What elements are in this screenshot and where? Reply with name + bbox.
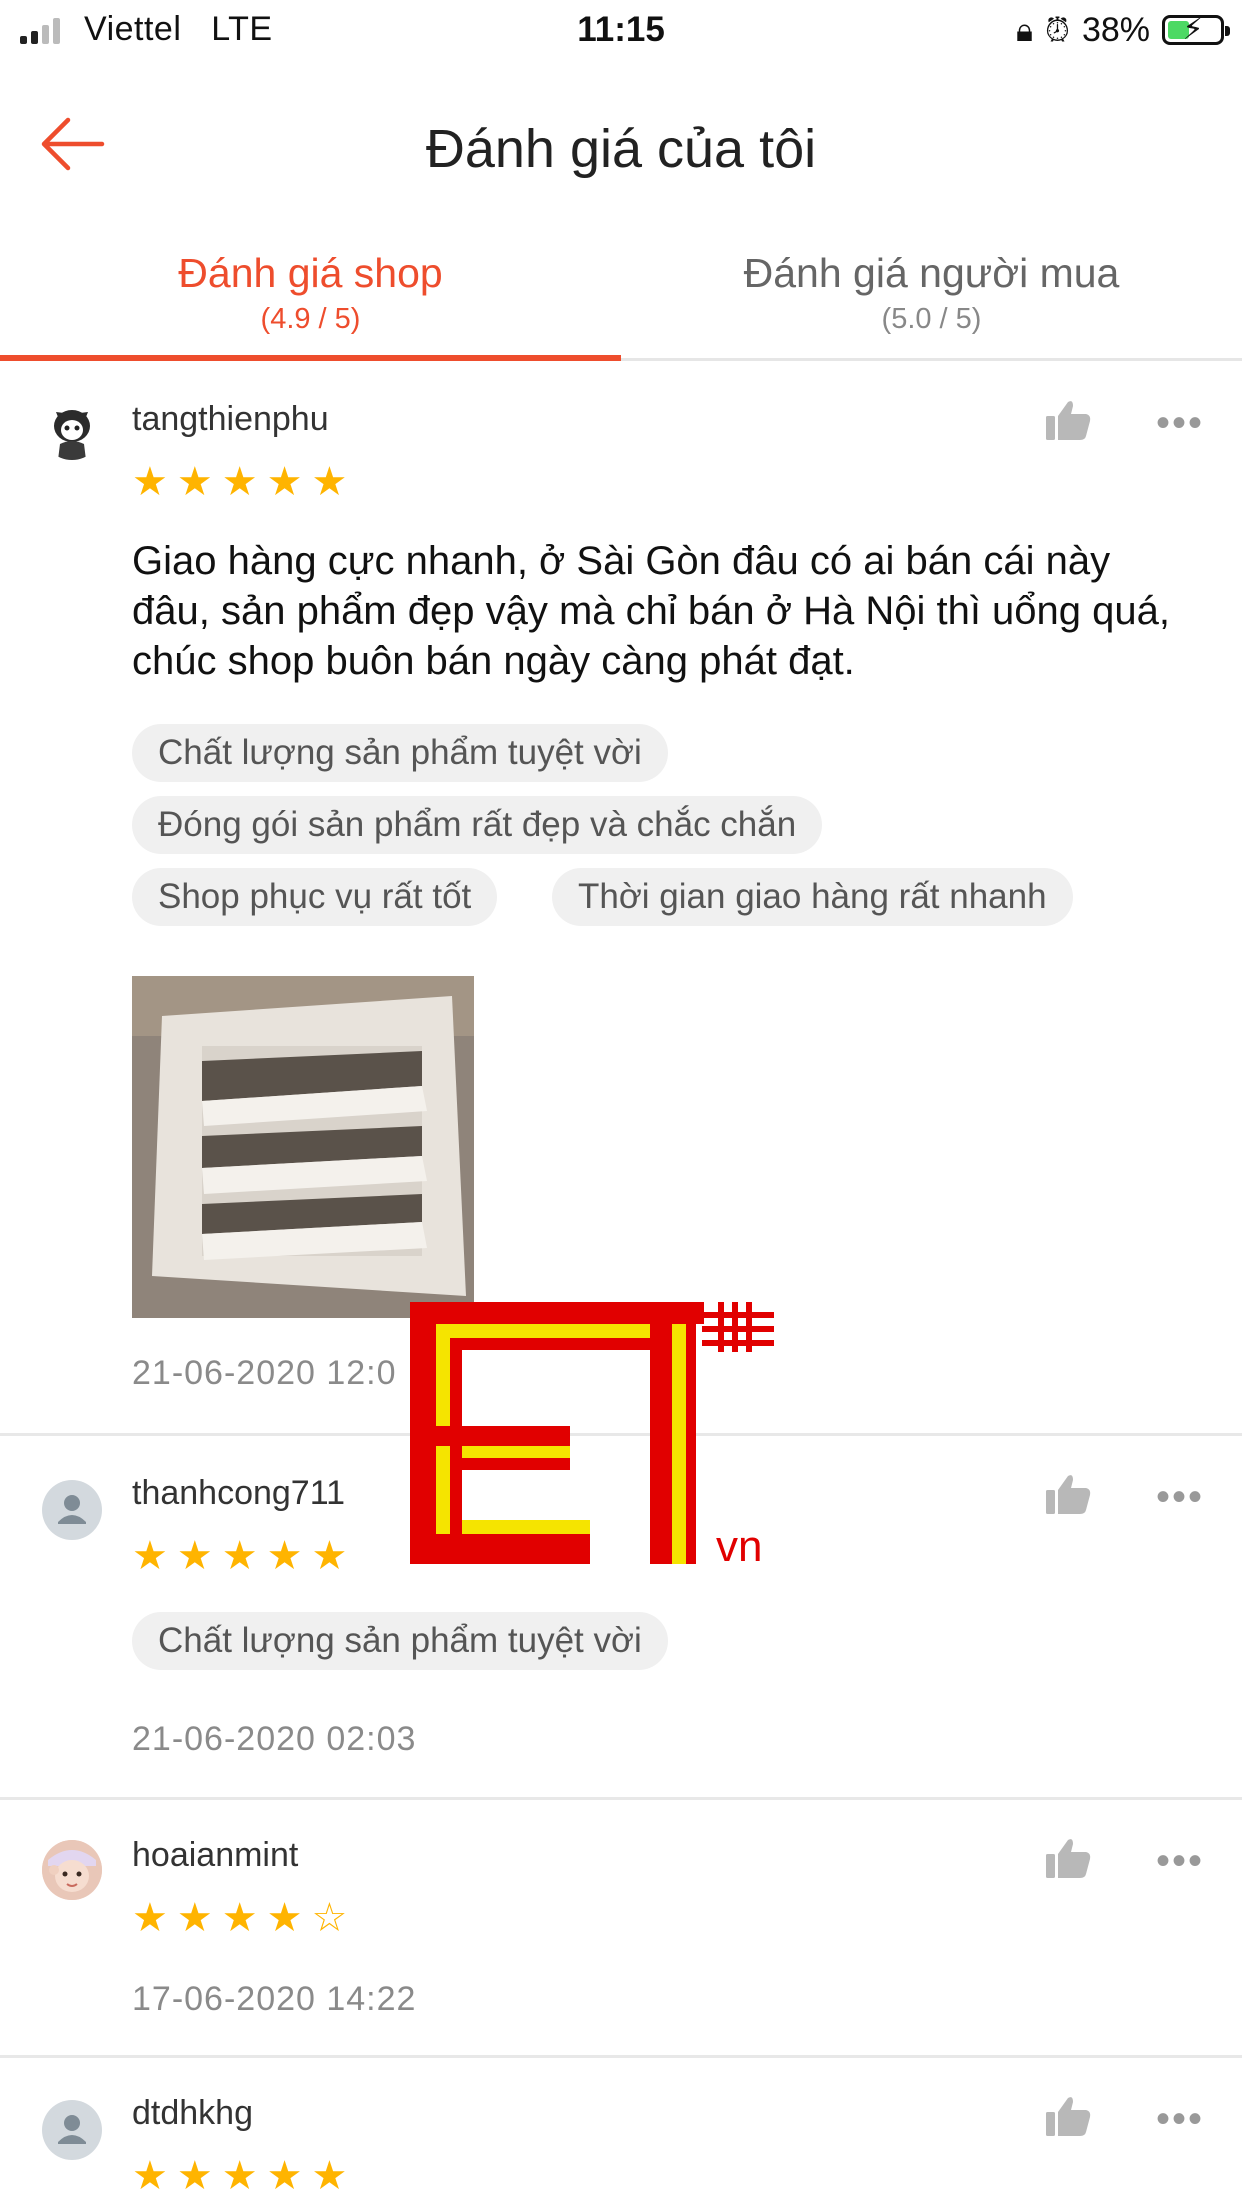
- review-comment: Giao hàng cực nhanh, ở Sài Gòn đâu có ai…: [132, 539, 1170, 683]
- review-tag: Shop phục vụ rất tốt: [132, 868, 498, 926]
- review-tag: Chất lượng sản phẩm tuyệt vời: [132, 724, 668, 782]
- thumbs-up-icon[interactable]: [1044, 1472, 1092, 1516]
- star-filled-icon: ★: [176, 2154, 213, 2198]
- more-options-icon[interactable]: •••: [1156, 2099, 1204, 2139]
- thumbs-up-icon[interactable]: [1044, 398, 1092, 442]
- review-item: hoaianmint ★ ★ ★ ★ ☆ ••• 17-06-2020 14:2…: [0, 1800, 1242, 2058]
- star-filled-icon: ★: [311, 1534, 348, 1578]
- review-item: dtdhkhg ★ ★ ★ ★ ★ •••: [0, 2058, 1242, 2208]
- status-right: 🔒︎ ⏰︎ 38% ⚡︎: [1015, 10, 1230, 50]
- review-date: 21-06-2020 02:03: [132, 1720, 417, 1758]
- star-filled-icon: ★: [221, 1896, 258, 1940]
- thumbs-up-icon[interactable]: [1044, 1836, 1092, 1880]
- review-photo[interactable]: [132, 976, 474, 1318]
- star-filled-icon: ★: [311, 460, 348, 504]
- star-filled-icon: ★: [132, 2154, 168, 2198]
- star-filled-icon: ★: [266, 1534, 303, 1578]
- review-date: 17-06-2020 14:22: [132, 1980, 417, 2018]
- review-username: dtdhkhg: [132, 2094, 253, 2132]
- orientation-lock-icon: 🔒︎: [1015, 12, 1033, 48]
- watermark-vn: vn: [716, 1522, 763, 1571]
- avatar[interactable]: [42, 1840, 102, 1900]
- star-filled-icon: ★: [266, 1896, 303, 1940]
- more-options-icon[interactable]: •••: [1156, 403, 1204, 443]
- rating-stars: ★ ★ ★ ★ ★: [132, 2154, 347, 2198]
- page-header: Đánh giá của tôi: [0, 80, 1242, 210]
- star-filled-icon: ★: [221, 460, 258, 504]
- star-filled-icon: ★: [221, 2154, 258, 2198]
- tab-rating: (5.0 / 5): [881, 303, 982, 335]
- battery-charging-icon: ⚡︎: [1162, 13, 1230, 46]
- tab-label: Đánh giá người mua: [743, 250, 1120, 296]
- more-options-icon[interactable]: •••: [1156, 1841, 1204, 1881]
- tab-rating: (4.9 / 5): [260, 303, 361, 335]
- review-tag: Thời gian giao hàng rất nhanh: [552, 868, 1073, 926]
- review-date: 21-06-2020 12:0: [132, 1354, 397, 1392]
- review-username: hoaianmint: [132, 1836, 299, 1874]
- status-bar: Viettel LTE 11:15 🔒︎ ⏰︎ 38% ⚡︎: [0, 0, 1242, 62]
- avatar[interactable]: [42, 2100, 102, 2160]
- avatar[interactable]: [42, 1480, 102, 1540]
- star-filled-icon: ★: [176, 1896, 213, 1940]
- tab-indicator: [0, 355, 621, 361]
- star-filled-icon: ★: [132, 1534, 168, 1578]
- star-filled-icon: ★: [176, 460, 213, 504]
- avatar[interactable]: [42, 400, 102, 460]
- star-filled-icon: ★: [221, 1534, 258, 1578]
- star-filled-icon: ★: [311, 2154, 348, 2198]
- tab-shop-rating[interactable]: Đánh giá shop (4.9 / 5): [0, 240, 621, 361]
- rating-stars: ★ ★ ★ ★ ★: [132, 1534, 347, 1578]
- star-filled-icon: ★: [176, 1534, 213, 1578]
- star-filled-icon: ★: [132, 1896, 168, 1940]
- review-tag: Chất lượng sản phẩm tuyệt vời: [132, 1612, 668, 1670]
- tab-buyer-rating[interactable]: Đánh giá người mua (5.0 / 5): [621, 240, 1242, 358]
- star-empty-icon: ☆: [311, 1896, 348, 1940]
- page-title: Đánh giá của tôi: [425, 119, 817, 179]
- rating-stars: ★ ★ ★ ★ ☆: [132, 1896, 347, 1940]
- tab-label: Đánh giá shop: [178, 250, 443, 296]
- thumbs-up-icon[interactable]: [1044, 2094, 1092, 2138]
- review-username: thanhcong711: [132, 1474, 346, 1512]
- review-item: tangthienphu ★ ★ ★ ★ ★ ••• Giao hàng cực…: [0, 362, 1242, 1436]
- star-filled-icon: ★: [266, 460, 303, 504]
- more-options-icon[interactable]: •••: [1156, 1477, 1204, 1517]
- rating-tabs: Đánh giá shop (4.9 / 5) Đánh giá người m…: [0, 240, 1242, 361]
- rating-stars: ★ ★ ★ ★ ★: [132, 460, 347, 504]
- review-tag: Đóng gói sản phẩm rất đẹp và chắc chắn: [132, 796, 823, 854]
- alarm-icon: ⏰︎: [1044, 12, 1070, 48]
- review-username: tangthienphu: [132, 400, 329, 438]
- battery-percent: 38%: [1081, 10, 1150, 49]
- star-filled-icon: ★: [132, 460, 168, 504]
- star-filled-icon: ★: [266, 2154, 303, 2198]
